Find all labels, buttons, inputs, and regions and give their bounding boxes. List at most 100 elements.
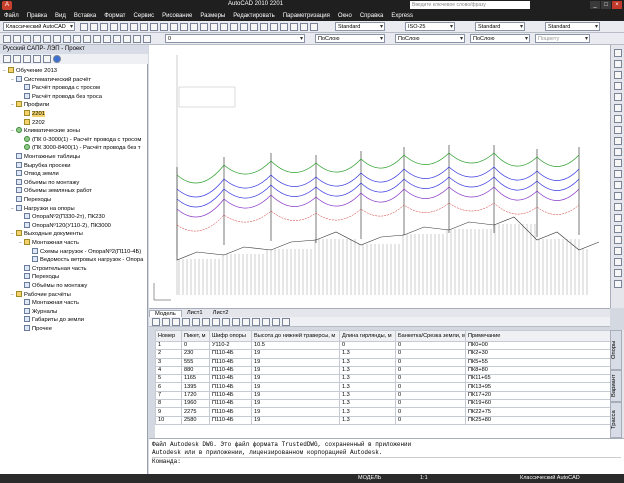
table-tool-icon[interactable] xyxy=(252,318,260,326)
new-icon[interactable] xyxy=(3,55,11,63)
toolbar-tool-icon[interactable] xyxy=(73,35,81,43)
table-cell[interactable]: П110-4Б xyxy=(209,349,252,359)
modify-tool-icon[interactable] xyxy=(614,247,622,255)
menu-item[interactable]: Сервис xyxy=(130,11,159,21)
table-row[interactable]: 5 1165 П110-4Б 19 1.3 0 ПК11+65 xyxy=(155,374,610,384)
plotstyle-select[interactable]: Поцвету xyxy=(535,34,590,43)
table-tool-icon[interactable] xyxy=(282,318,290,326)
toolbar-tool-icon[interactable] xyxy=(113,35,121,43)
table-row[interactable]: 10 2580 П110-4Б 19 1.3 0 ПК25+80 xyxy=(155,415,610,425)
table-cell[interactable]: 2 xyxy=(155,349,182,359)
table-cell[interactable]: 1.3 xyxy=(339,407,396,417)
layout-tab[interactable]: Лист2 xyxy=(208,310,234,316)
table-cell[interactable]: 19 xyxy=(251,390,340,401)
table-cell[interactable]: 1720 xyxy=(181,390,210,401)
toolbar-tool-icon[interactable] xyxy=(80,23,88,31)
menu-item[interactable]: Файл xyxy=(0,11,23,21)
dim-style-select[interactable]: ISO-25 xyxy=(405,22,455,31)
column-header[interactable]: Высота до нижней траверсы, м xyxy=(251,330,340,342)
tab-variant[interactable]: Вариант xyxy=(610,370,622,402)
table-cell[interactable]: П110-4Б xyxy=(209,382,252,392)
toolbar-tool-icon[interactable] xyxy=(270,23,278,31)
modify-tool-icon[interactable] xyxy=(614,148,622,156)
table-cell[interactable]: 0 xyxy=(395,365,466,376)
table-cell[interactable]: 4 xyxy=(155,365,182,376)
table-cell[interactable]: 3 xyxy=(155,357,182,367)
table-cell[interactable]: 1.3 xyxy=(339,374,396,384)
table-cell[interactable]: 0 xyxy=(395,374,466,384)
table-cell[interactable]: 880 xyxy=(181,365,210,376)
table-cell[interactable]: 555 xyxy=(181,357,210,367)
menu-item[interactable]: Параметризация xyxy=(279,11,334,21)
table-row[interactable]: 1 0 У110-2 10.5 0 0 ПК0+00 xyxy=(155,340,610,351)
table-cell[interactable]: ПК25+80 xyxy=(465,415,610,425)
table-cell[interactable]: ПК22+75 xyxy=(465,407,610,417)
table-row[interactable]: 2 230 П110-4Б 19 1.3 0 ПК2+30 xyxy=(155,349,610,359)
table-tool-icon[interactable] xyxy=(222,318,230,326)
toolbar-tool-icon[interactable] xyxy=(110,23,118,31)
command-line[interactable]: Файл Autodesk DWG. Это файл формата Trus… xyxy=(149,438,624,474)
toolbar-tool-icon[interactable] xyxy=(133,35,141,43)
table-cell[interactable]: 19 xyxy=(251,407,340,417)
linetype-select[interactable]: ПоСлою xyxy=(395,34,465,43)
menu-item[interactable]: Вставка xyxy=(70,11,100,21)
table-cell[interactable]: 0 xyxy=(181,340,210,351)
modify-tool-icon[interactable] xyxy=(614,93,622,101)
table-tool-icon[interactable] xyxy=(172,318,180,326)
print-icon[interactable] xyxy=(33,55,41,63)
menu-item[interactable]: Справка xyxy=(356,11,388,21)
model-status[interactable]: МОДЕЛЬ xyxy=(358,474,381,483)
menu-item[interactable]: Правка xyxy=(23,11,51,21)
toolbar-tool-icon[interactable] xyxy=(63,35,71,43)
text-style-select[interactable]: Standard xyxy=(335,22,385,31)
table-cell[interactable]: П110-4Б xyxy=(209,407,252,417)
toolbar-tool-icon[interactable] xyxy=(23,35,31,43)
table-cell[interactable]: 19 xyxy=(251,415,340,425)
table-cell[interactable]: П110-4Б xyxy=(209,390,252,401)
toolbar-tool-icon[interactable] xyxy=(170,23,178,31)
menu-item[interactable]: Окно xyxy=(334,11,356,21)
table-row[interactable]: 6 1395 П110-4Б 19 1.3 0 ПК13+95 xyxy=(155,382,610,392)
table-cell[interactable]: 2580 xyxy=(181,415,210,425)
toolbar-tool-icon[interactable] xyxy=(90,23,98,31)
color-select[interactable]: ПоСлою xyxy=(315,34,385,43)
column-header[interactable]: Пикет, м xyxy=(181,330,210,342)
table-cell[interactable]: 1395 xyxy=(181,382,210,392)
mleader-style-select[interactable]: Standard xyxy=(545,22,600,31)
modify-tool-icon[interactable] xyxy=(614,258,622,266)
toolbar-tool-icon[interactable] xyxy=(43,35,51,43)
table-cell[interactable]: 1.3 xyxy=(339,390,396,401)
close-button[interactable]: × xyxy=(612,1,622,9)
toolbar-tool-icon[interactable] xyxy=(103,35,111,43)
table-cell[interactable]: ПК11+65 xyxy=(465,374,610,384)
modify-tool-icon[interactable] xyxy=(614,280,622,288)
refresh-icon[interactable] xyxy=(43,55,51,63)
app-menu-button[interactable]: A xyxy=(2,1,12,10)
table-cell[interactable]: ПК19+60 xyxy=(465,399,610,409)
table-cell[interactable]: 6 xyxy=(155,382,182,392)
toolbar-tool-icon[interactable] xyxy=(150,23,158,31)
toolbar-tool-icon[interactable] xyxy=(123,35,131,43)
menu-item[interactable]: Рисование xyxy=(158,11,196,21)
toolbar-tool-icon[interactable] xyxy=(3,35,11,43)
modify-tool-icon[interactable] xyxy=(614,181,622,189)
table-row[interactable]: 4 880 П110-4Б 19 1.3 0 ПК8+80 xyxy=(155,365,610,376)
maximize-button[interactable]: □ xyxy=(601,1,611,9)
table-tool-icon[interactable] xyxy=(192,318,200,326)
table-cell[interactable]: 230 xyxy=(181,349,210,359)
table-tool-icon[interactable] xyxy=(272,318,280,326)
table-cell[interactable]: 1.3 xyxy=(339,349,396,359)
toolbar-tool-icon[interactable] xyxy=(200,23,208,31)
modify-tool-icon[interactable] xyxy=(614,203,622,211)
info-icon[interactable] xyxy=(53,55,61,63)
modify-tool-icon[interactable] xyxy=(614,159,622,167)
toolbar-tool-icon[interactable] xyxy=(210,23,218,31)
toolbar-tool-icon[interactable] xyxy=(280,23,288,31)
table-tool-icon[interactable] xyxy=(152,318,160,326)
table-cell[interactable]: 1.3 xyxy=(339,382,396,392)
search-input[interactable]: Введите ключевое слово/фразу xyxy=(410,1,530,9)
tree-node[interactable]: Прочее xyxy=(19,325,52,334)
tab-supports[interactable]: Опоры xyxy=(610,330,622,370)
column-header[interactable]: Банкетка/Срезка земли, м xyxy=(395,330,466,342)
toolbar-tool-icon[interactable] xyxy=(13,35,21,43)
